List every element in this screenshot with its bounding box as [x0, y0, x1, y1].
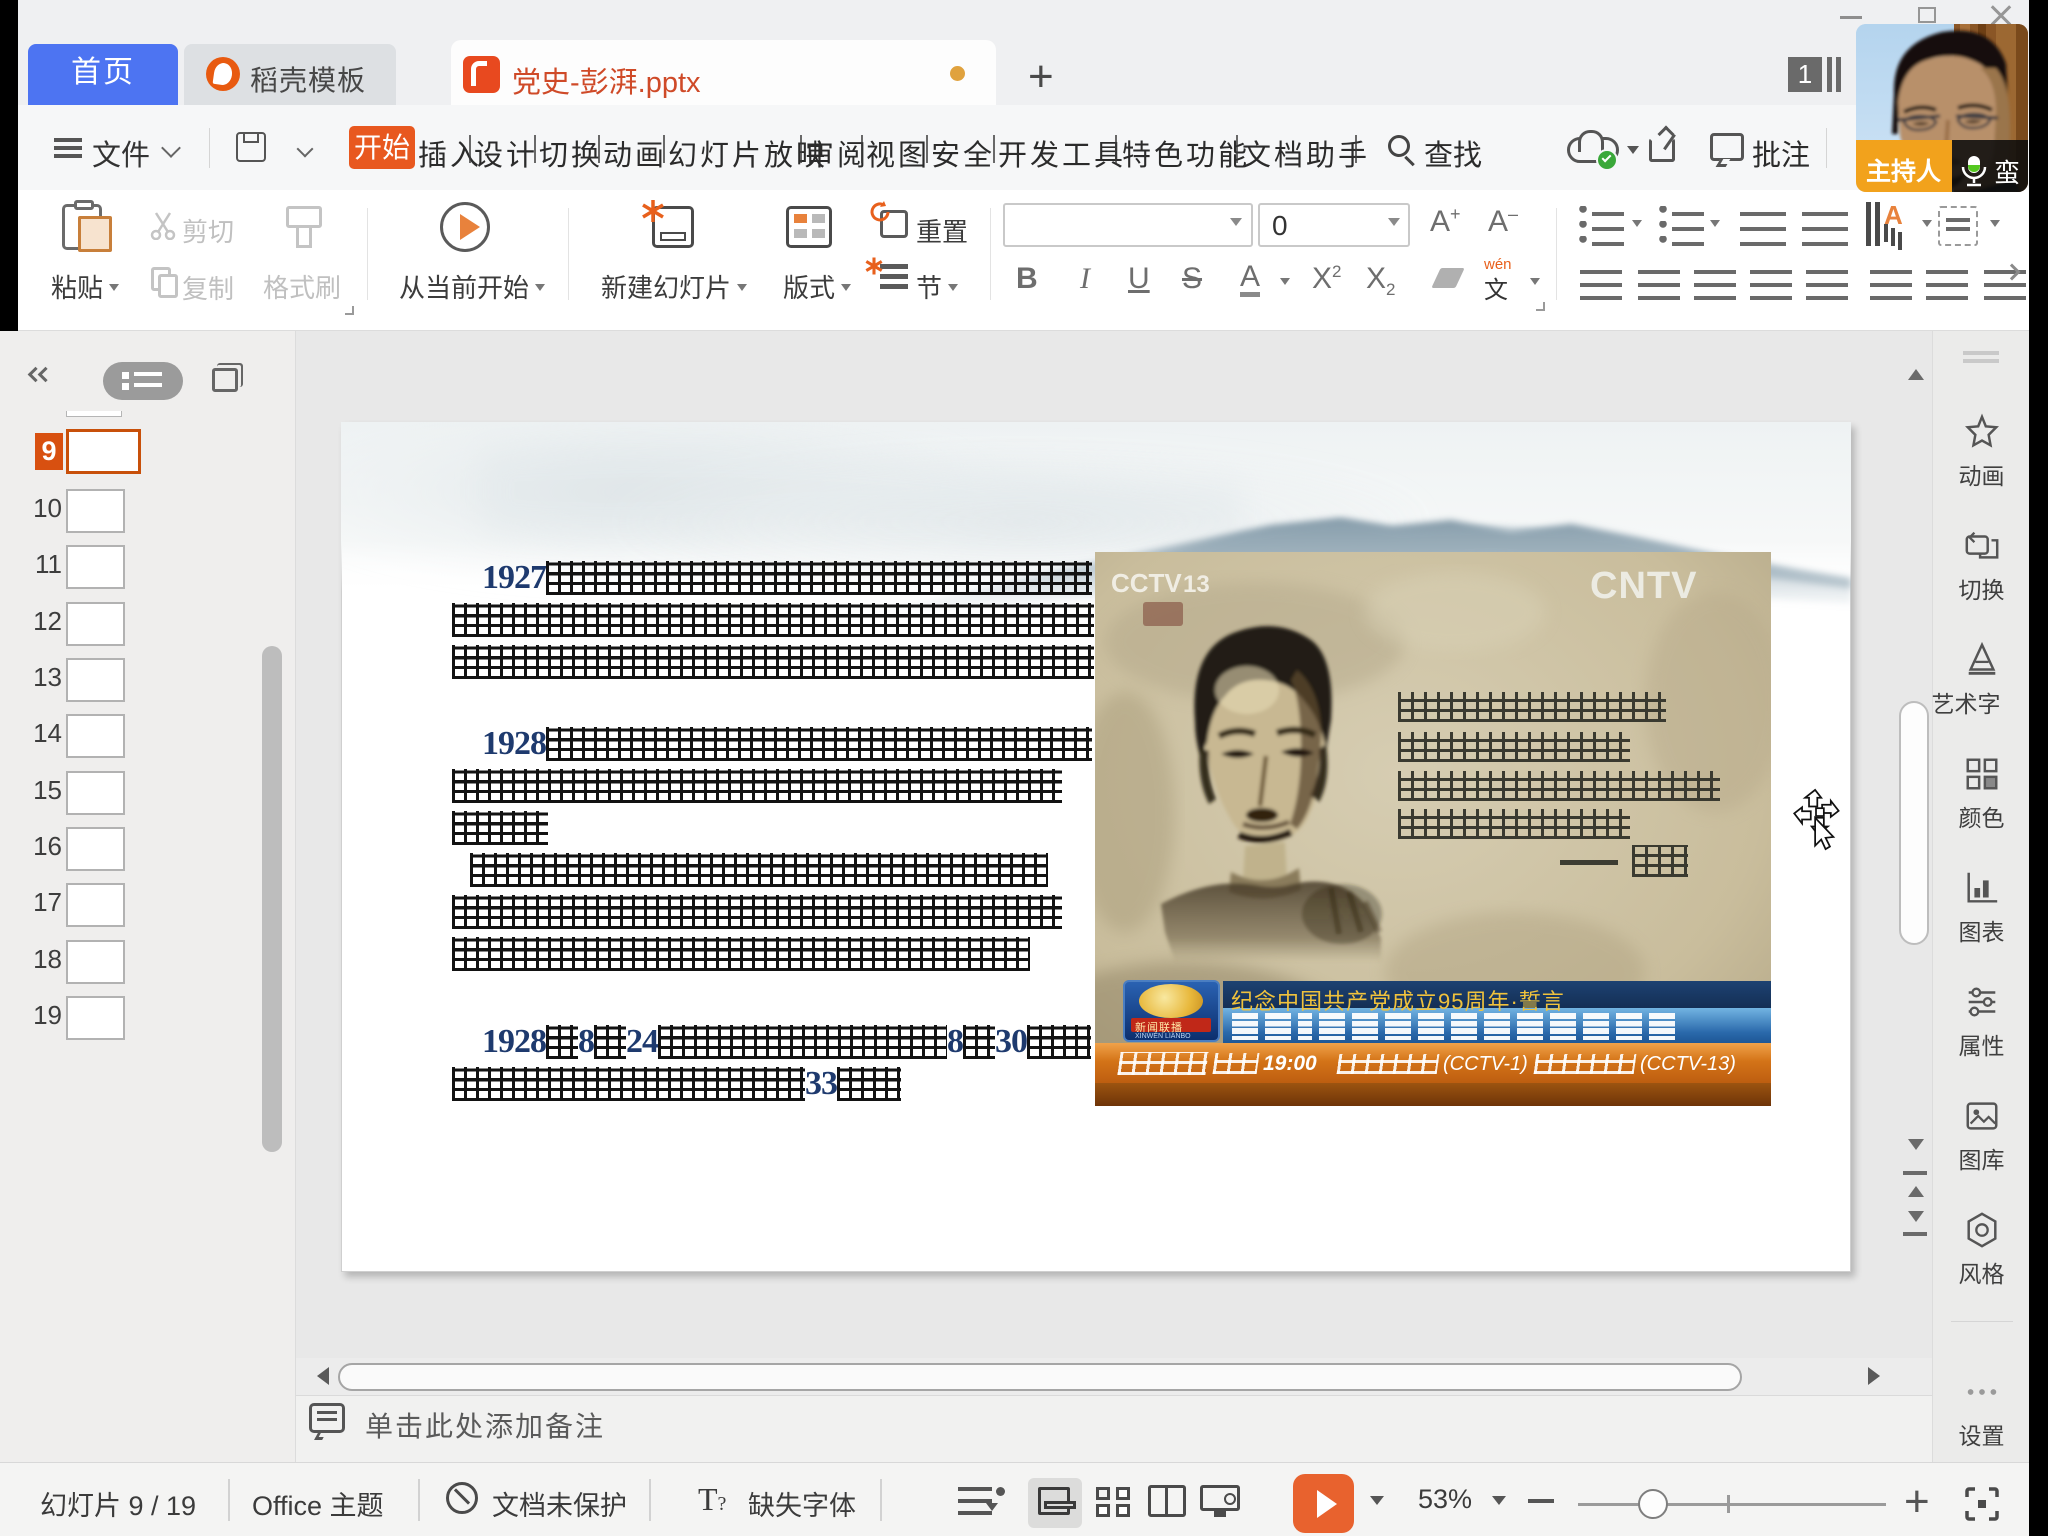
svg-text:13: 13 [1183, 571, 1210, 598]
svg-text:CNTV: CNTV [1590, 565, 1697, 607]
svg-text:CCTV: CCTV [1111, 568, 1182, 598]
